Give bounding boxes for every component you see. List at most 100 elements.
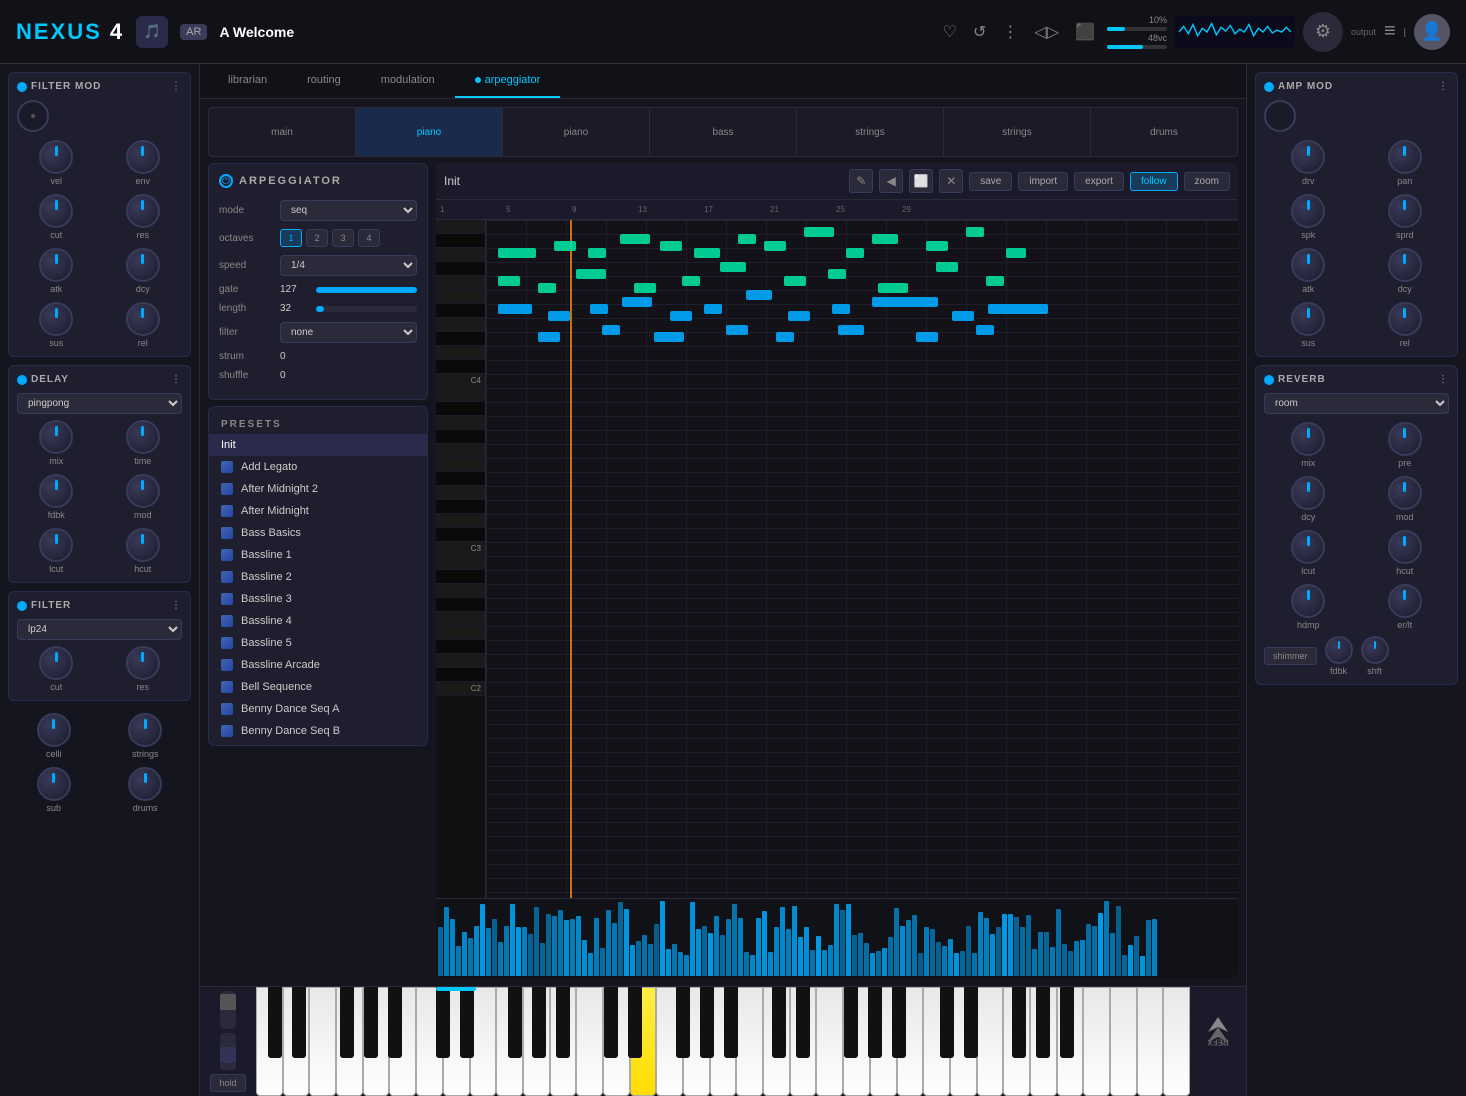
velocity-bar[interactable] — [1020, 927, 1025, 976]
velocity-bar[interactable] — [1110, 933, 1115, 976]
velocity-bar[interactable] — [816, 936, 821, 977]
piano-key[interactable] — [436, 444, 485, 458]
preset-benny-b[interactable]: Benny Dance Seq B — [209, 720, 427, 742]
velocity-bar[interactable] — [648, 944, 653, 976]
delay-mode-select[interactable]: pingpong — [17, 393, 182, 414]
zoom-button[interactable]: zoom — [1184, 172, 1230, 191]
preset-bassline-4[interactable]: Bassline 4 — [209, 610, 427, 632]
follow-button[interactable]: follow — [1130, 172, 1178, 191]
note[interactable] — [694, 248, 720, 258]
black-key[interactable] — [604, 987, 618, 1058]
note-blue[interactable] — [548, 311, 570, 321]
preset-name[interactable]: A Welcome — [219, 24, 294, 40]
velocity-bar[interactable] — [438, 927, 443, 976]
preset-bionic-chords[interactable]: Bionic Chords — [209, 742, 427, 746]
heart-button[interactable]: ♡ — [939, 18, 961, 46]
white-key[interactable] — [816, 987, 843, 1096]
piano-key[interactable] — [436, 346, 485, 360]
rev-hdmp-control[interactable] — [1291, 584, 1325, 618]
velocity-bar[interactable] — [978, 912, 983, 976]
tune-bar[interactable] — [1107, 45, 1167, 49]
velocity-bar[interactable] — [612, 923, 617, 976]
piano-key-c4[interactable]: C4 — [436, 374, 485, 388]
knob-dcy-control[interactable] — [126, 248, 160, 282]
black-key[interactable] — [892, 987, 906, 1058]
user-avatar[interactable]: 👤 — [1414, 14, 1450, 50]
knob-res-control[interactable] — [126, 194, 160, 228]
tab-routing[interactable]: routing — [287, 64, 361, 98]
velocity-bar[interactable] — [948, 939, 953, 976]
black-key[interactable] — [436, 987, 450, 1058]
velocity-bar[interactable] — [660, 901, 665, 976]
velocity-bar[interactable] — [828, 945, 833, 977]
velocity-bar[interactable] — [720, 935, 725, 976]
velocity-bar[interactable] — [786, 929, 791, 976]
velocity-bar[interactable] — [1122, 955, 1127, 976]
velocity-bar[interactable] — [888, 937, 893, 976]
note[interactable] — [828, 269, 846, 279]
black-key[interactable] — [364, 987, 378, 1058]
black-key[interactable] — [556, 987, 570, 1058]
knob-cut-control[interactable] — [39, 194, 73, 228]
note[interactable] — [554, 241, 576, 251]
track-piano-1[interactable]: piano — [356, 108, 503, 156]
arp-gate-bar[interactable] — [316, 287, 417, 293]
velocity-bar[interactable] — [576, 916, 581, 976]
note-blue[interactable] — [746, 290, 772, 300]
arp-length-bar[interactable] — [316, 306, 417, 312]
filter-mod-menu[interactable]: ⋮ — [171, 81, 182, 92]
preset-bell-sequence[interactable]: Bell Sequence — [209, 676, 427, 698]
velocity-bar[interactable] — [972, 953, 977, 976]
velocity-bar[interactable] — [852, 935, 857, 976]
piano-key[interactable] — [436, 276, 485, 290]
undo-button[interactable]: ↺ — [969, 18, 990, 46]
note-blue[interactable] — [952, 311, 974, 321]
velocity-bar[interactable] — [462, 932, 467, 976]
velocity-bar[interactable] — [744, 952, 749, 976]
note-blue-low[interactable] — [726, 325, 748, 335]
velocity-bar[interactable] — [690, 902, 695, 976]
note[interactable] — [660, 241, 682, 251]
note[interactable] — [966, 227, 984, 237]
piano-key-c3[interactable]: C3 — [436, 542, 485, 556]
oct-btn-1[interactable]: 1 — [280, 229, 302, 247]
piano-key-black[interactable] — [436, 262, 485, 276]
piano-key-black[interactable] — [436, 360, 485, 374]
note[interactable] — [878, 283, 908, 293]
piano-key[interactable] — [436, 626, 485, 640]
velocity-bar[interactable] — [546, 914, 551, 976]
piano-key[interactable] — [436, 458, 485, 472]
white-key[interactable] — [977, 987, 1004, 1096]
velocity-bar[interactable] — [762, 911, 767, 976]
rev-dcy-control[interactable] — [1291, 476, 1325, 510]
black-key[interactable] — [796, 987, 810, 1058]
velocity-bar[interactable] — [750, 955, 755, 976]
velocity-bar[interactable] — [1104, 901, 1109, 976]
white-key[interactable] — [1110, 987, 1137, 1096]
rev-pre-control[interactable] — [1388, 422, 1422, 456]
amp-mod-menu[interactable]: ⋮ — [1438, 81, 1449, 92]
velocity-bar[interactable] — [552, 916, 557, 976]
note[interactable] — [784, 276, 806, 286]
note[interactable] — [872, 234, 898, 244]
black-key[interactable] — [508, 987, 522, 1058]
velocity-bar[interactable] — [654, 924, 659, 976]
filter-mod-big-knob-left[interactable] — [17, 100, 49, 132]
piano-key[interactable] — [436, 612, 485, 626]
delay-menu[interactable]: ⋮ — [171, 374, 182, 385]
velocity-bar[interactable] — [942, 946, 947, 976]
note-blue[interactable] — [622, 297, 652, 307]
volume-bar[interactable] — [1107, 27, 1167, 31]
note-blue[interactable] — [988, 304, 1048, 314]
track-main[interactable]: main — [209, 108, 356, 156]
amp-pan-control[interactable] — [1388, 140, 1422, 174]
nav-button[interactable]: ◁▷ — [1030, 18, 1063, 46]
tab-arpeggiator[interactable]: arpeggiator — [455, 64, 561, 98]
note[interactable] — [804, 227, 834, 237]
piano-key[interactable] — [436, 388, 485, 402]
velocity-bar[interactable] — [930, 929, 935, 976]
black-key[interactable] — [676, 987, 690, 1058]
note-blue-low[interactable] — [654, 332, 684, 342]
velocity-bar[interactable] — [636, 941, 641, 976]
rev-lcut-control[interactable] — [1291, 530, 1325, 564]
